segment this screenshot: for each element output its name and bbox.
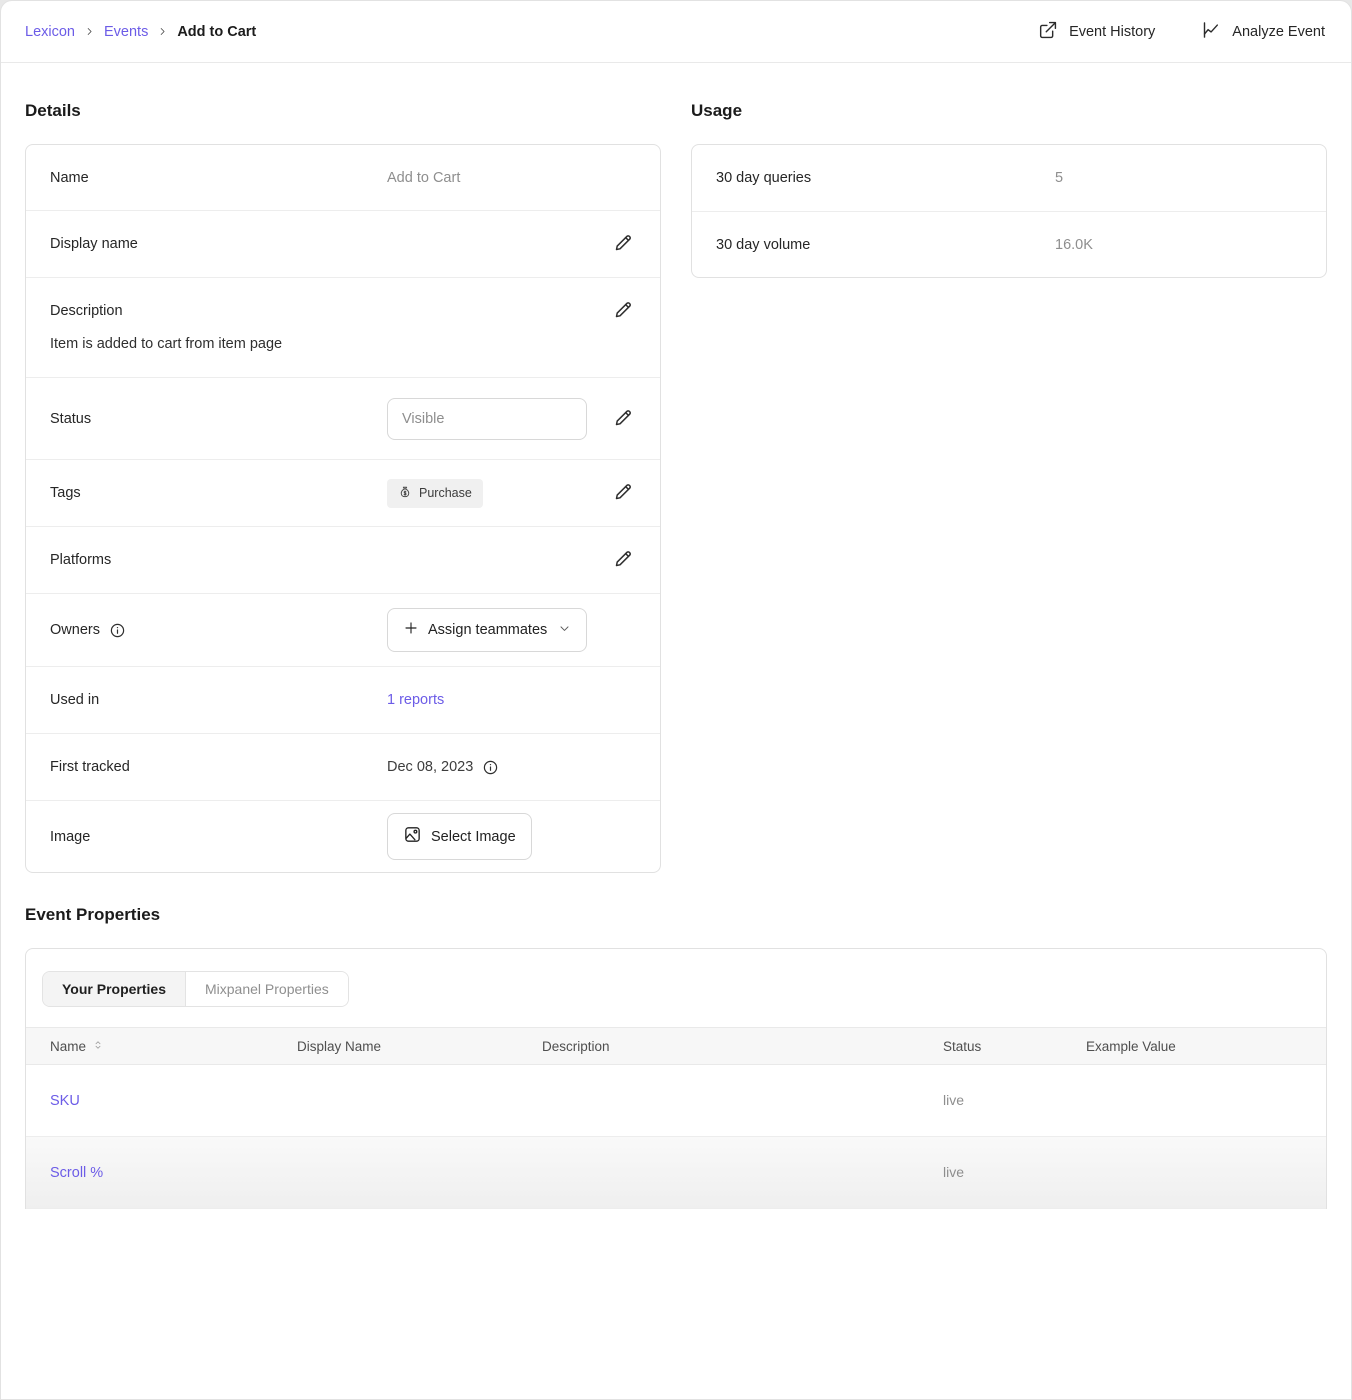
- pencil-icon: [613, 232, 634, 256]
- details-row-status: Status: [26, 377, 660, 459]
- status-label: Status: [50, 411, 387, 427]
- queries-label: 30 day queries: [716, 170, 1055, 186]
- usage-row-queries: 30 day queries 5: [692, 145, 1326, 211]
- tab-mixpanel-properties[interactable]: Mixpanel Properties: [185, 972, 348, 1006]
- analyze-event-label: Analyze Event: [1232, 24, 1325, 40]
- queries-value: 5: [1055, 170, 1063, 186]
- property-link[interactable]: Scroll %: [50, 1165, 103, 1181]
- details-row-first-tracked: First tracked Dec 08, 2023: [26, 733, 660, 800]
- first-tracked-label: First tracked: [50, 759, 387, 775]
- external-link-icon: [1038, 20, 1058, 44]
- status-input[interactable]: [387, 398, 587, 440]
- chevron-right-icon: [84, 26, 95, 37]
- tag-label: Purchase: [419, 486, 472, 500]
- breadcrumb: Lexicon Events Add to Cart: [25, 24, 256, 40]
- edit-description-button[interactable]: [611, 297, 636, 325]
- details-section-title: Details: [25, 101, 661, 121]
- used-in-reports-link[interactable]: 1 reports: [387, 692, 444, 708]
- analyze-event-button[interactable]: Analyze Event: [1201, 20, 1325, 44]
- column-header-display-name: Display Name: [273, 1028, 518, 1065]
- chevron-down-icon: [556, 622, 571, 639]
- property-status: live: [943, 1092, 964, 1108]
- properties-table: Name Display Name Description Status Exa…: [26, 1027, 1326, 1209]
- column-header-status: Status: [919, 1028, 1062, 1065]
- event-properties-section-title: Event Properties: [25, 905, 1327, 925]
- sort-icon: [92, 1039, 104, 1054]
- pencil-icon: [613, 481, 634, 505]
- info-icon[interactable]: [482, 759, 499, 776]
- property-status: live: [943, 1164, 964, 1180]
- volume-value: 16.0K: [1055, 237, 1093, 253]
- used-in-label: Used in: [50, 692, 387, 708]
- breadcrumb-lexicon[interactable]: Lexicon: [25, 24, 75, 40]
- details-row-name: Name Add to Cart: [26, 145, 660, 210]
- breadcrumb-current-event: Add to Cart: [177, 24, 256, 40]
- property-row-sku[interactable]: SKU live: [26, 1065, 1326, 1137]
- first-tracked-value: Dec 08, 2023: [387, 759, 473, 775]
- tags-label: Tags: [50, 485, 387, 501]
- details-row-description: Description Item is added to cart from i…: [26, 277, 660, 377]
- edit-platforms-button[interactable]: [611, 546, 636, 574]
- display-name-label: Display name: [50, 236, 387, 252]
- properties-table-header: Name Display Name Description Status Exa…: [26, 1028, 1326, 1065]
- column-header-description: Description: [518, 1028, 919, 1065]
- plus-icon: [403, 620, 419, 640]
- image-label: Image: [50, 829, 387, 845]
- line-chart-icon: [1201, 20, 1221, 44]
- lexicon-event-page: Lexicon Events Add to Cart Event History: [0, 0, 1352, 1400]
- property-link[interactable]: SKU: [50, 1093, 80, 1109]
- property-display-name: [273, 1137, 518, 1209]
- column-header-example-value: Example Value: [1062, 1028, 1326, 1065]
- property-description: [518, 1065, 919, 1137]
- edit-tags-button[interactable]: [611, 479, 636, 507]
- event-properties-panel: Your Properties Mixpanel Properties Name: [25, 948, 1327, 1209]
- assign-teammates-button[interactable]: Assign teammates: [387, 608, 587, 652]
- name-value: Add to Cart: [387, 170, 460, 186]
- image-icon: [403, 825, 422, 848]
- details-row-owners: Owners Assign teammates: [26, 593, 660, 666]
- property-row-scroll[interactable]: Scroll % live: [26, 1137, 1326, 1209]
- assign-teammates-label: Assign teammates: [428, 622, 547, 638]
- usage-section-title: Usage: [691, 101, 1327, 121]
- property-example-value: [1062, 1137, 1326, 1209]
- property-description: [518, 1137, 919, 1209]
- tab-your-properties[interactable]: Your Properties: [43, 972, 185, 1006]
- select-image-button[interactable]: Select Image: [387, 813, 532, 860]
- column-header-name[interactable]: Name: [50, 1039, 273, 1054]
- description-value: Item is added to cart from item page: [50, 334, 636, 355]
- info-icon[interactable]: [109, 622, 126, 639]
- event-history-button[interactable]: Event History: [1038, 20, 1155, 44]
- usage-row-volume: 30 day volume 16.0K: [692, 211, 1326, 277]
- volume-label: 30 day volume: [716, 237, 1055, 253]
- details-row-image: Image Select Image: [26, 800, 660, 872]
- platforms-label: Platforms: [50, 552, 387, 568]
- edit-status-button[interactable]: [611, 405, 636, 433]
- edit-display-name-button[interactable]: [611, 230, 636, 258]
- details-row-tags: Tags Purchase: [26, 459, 660, 526]
- topbar-actions: Event History Analyze Event: [1038, 20, 1325, 44]
- select-image-label: Select Image: [431, 829, 516, 845]
- owners-label: Owners: [50, 622, 100, 638]
- property-display-name: [273, 1065, 518, 1137]
- event-history-label: Event History: [1069, 24, 1155, 40]
- breadcrumb-events[interactable]: Events: [104, 24, 148, 40]
- tag-purchase[interactable]: Purchase: [387, 479, 483, 508]
- pencil-icon: [613, 299, 634, 323]
- description-label: Description: [50, 303, 387, 319]
- details-row-platforms: Platforms: [26, 526, 660, 593]
- chevron-right-icon: [157, 26, 168, 37]
- pencil-icon: [613, 548, 634, 572]
- details-row-used-in: Used in 1 reports: [26, 666, 660, 733]
- money-bag-icon: [398, 485, 412, 502]
- pencil-icon: [613, 407, 634, 431]
- properties-tabs: Your Properties Mixpanel Properties: [42, 971, 349, 1007]
- topbar: Lexicon Events Add to Cart Event History: [1, 1, 1351, 63]
- details-row-display-name: Display name: [26, 210, 660, 277]
- details-panel: Name Add to Cart Display name: [25, 144, 661, 873]
- name-label: Name: [50, 170, 387, 186]
- usage-panel: 30 day queries 5 30 day volume 16.0K: [691, 144, 1327, 278]
- property-example-value: [1062, 1065, 1326, 1137]
